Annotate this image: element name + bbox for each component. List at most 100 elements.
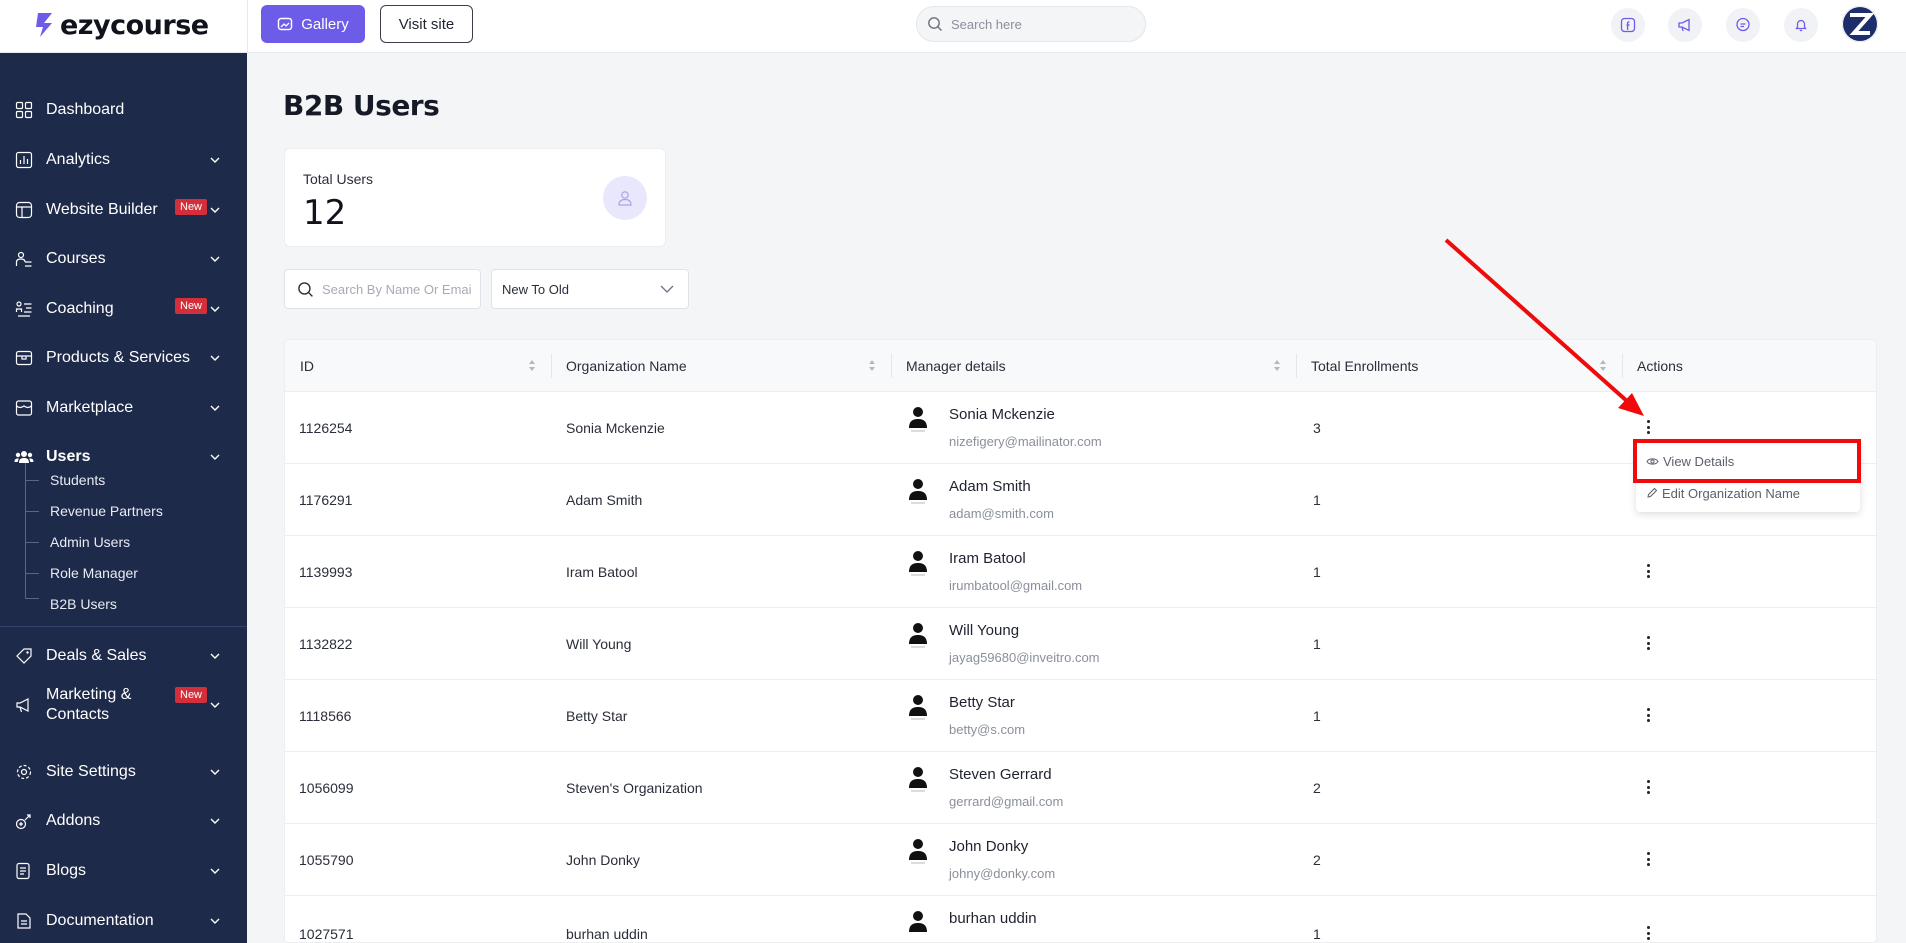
sidebar-subitem-revenue-partners[interactable]: Revenue Partners <box>50 503 163 519</box>
sidebar-item-website-builder[interactable]: Website Builder New <box>0 192 247 228</box>
more-actions-icon[interactable] <box>1645 636 1651 650</box>
cell-id: 1056099 <box>299 780 354 796</box>
sort-icon[interactable] <box>528 359 536 372</box>
more-actions-icon[interactable] <box>1645 420 1651 434</box>
new-badge: New <box>175 199 208 215</box>
topbar-divider <box>247 0 248 53</box>
chevron-down-icon <box>210 818 220 824</box>
chat-icon[interactable] <box>1726 8 1760 42</box>
sidebar-item-dashboard[interactable]: Dashboard <box>0 92 247 128</box>
cell-org-name: Will Young <box>566 636 632 652</box>
cell-org-name: Betty Star <box>566 708 628 724</box>
bell-icon[interactable] <box>1784 8 1818 42</box>
sidebar-subitem-role-manager[interactable]: Role Manager <box>50 565 138 581</box>
manager-email: gerrard@gmail.com <box>949 794 1064 809</box>
sidebar-item-label: Marketplace <box>46 399 134 416</box>
megaphone-icon[interactable] <box>1668 8 1702 42</box>
sidebar-item-blogs[interactable]: Blogs <box>0 853 247 889</box>
sort-icon[interactable] <box>1599 359 1607 372</box>
addons-icon <box>14 811 34 831</box>
settings-icon <box>14 762 34 782</box>
chevron-down-icon <box>660 285 674 293</box>
header-manager-details[interactable]: Manager details <box>906 358 1006 374</box>
person-icon <box>909 407 927 432</box>
header-org-name[interactable]: Organization Name <box>566 358 687 374</box>
cell-org-name: John Donky <box>566 852 640 868</box>
sort-icon[interactable] <box>1273 359 1281 372</box>
cell-enrollments: 1 <box>1313 492 1321 508</box>
search-input[interactable] <box>951 16 1131 32</box>
subnav-line <box>25 463 26 598</box>
sidebar-item-addons[interactable]: Addons <box>0 803 247 839</box>
sidebar-item-marketing-contacts[interactable]: Marketing & Contacts New <box>0 680 247 730</box>
view-details-highlight <box>1633 439 1861 483</box>
sidebar-item-courses[interactable]: Courses <box>0 241 247 277</box>
more-actions-icon[interactable] <box>1645 852 1651 866</box>
sidebar-item-analytics[interactable]: Analytics <box>0 142 247 178</box>
cell-org-name: burhan uddin <box>566 926 648 942</box>
avatar[interactable] <box>1842 6 1878 42</box>
header-separator <box>1622 354 1623 378</box>
facebook-icon[interactable] <box>1611 8 1645 42</box>
new-badge: New <box>175 687 208 703</box>
chevron-down-icon <box>210 918 220 924</box>
cell-id: 1055790 <box>299 852 354 868</box>
chevron-down-icon <box>210 454 220 460</box>
sidebar-item-label: Users <box>46 448 91 465</box>
manager-name: Betty Star <box>949 694 1015 711</box>
sidebar-item-label: Documentation <box>46 912 154 929</box>
sidebar-item-label-line2: Contacts <box>46 706 110 723</box>
cell-id: 1118566 <box>299 708 352 724</box>
logo[interactable]: ezycourse <box>34 8 209 42</box>
chevron-down-icon <box>210 256 220 262</box>
sidebar-item-documentation[interactable]: Documentation <box>0 903 247 939</box>
sidebar-subitem-b2b-users[interactable]: B2B Users <box>50 596 117 612</box>
user-icon <box>603 176 647 220</box>
manager-email: johny@donky.com <box>949 866 1056 881</box>
visit-site-button[interactable]: Visit site <box>380 5 473 43</box>
sidebar-item-products-services[interactable]: Products & Services <box>0 340 247 376</box>
person-icon <box>909 911 927 932</box>
logo-icon <box>36 13 52 37</box>
page-title: B2B Users <box>283 89 440 122</box>
cell-enrollments: 1 <box>1313 564 1321 580</box>
sort-icon[interactable] <box>868 359 876 372</box>
sidebar-subitem-students[interactable]: Students <box>50 472 105 488</box>
stat-label: Total Users <box>303 171 374 187</box>
sidebar-item-label: Addons <box>46 812 101 829</box>
sidebar-item-marketplace[interactable]: Marketplace <box>0 390 247 426</box>
more-actions-icon[interactable] <box>1645 926 1651 940</box>
header-total-enrollments[interactable]: Total Enrollments <box>1311 358 1418 374</box>
sidebar-item-users[interactable]: Users <box>0 439 247 475</box>
sidebar-item-label-group: Marketing & Contacts <box>46 685 131 725</box>
name-email-search[interactable] <box>284 269 481 309</box>
subnav-tick <box>25 598 39 599</box>
subnav-tick <box>25 542 39 543</box>
sidebar-item-label: Site Settings <box>46 763 136 780</box>
sidebar-item-label: Courses <box>46 250 106 267</box>
search-by-name-input[interactable] <box>322 281 472 297</box>
edit-organization-menu-item[interactable]: Edit Organization Name <box>1646 482 1800 504</box>
cell-id: 1139993 <box>299 564 353 580</box>
more-actions-icon[interactable] <box>1645 564 1651 578</box>
sidebar-item-coaching[interactable]: Coaching New <box>0 291 247 327</box>
cell-id: 1027571 <box>299 926 354 942</box>
more-actions-icon[interactable] <box>1645 708 1651 722</box>
cell-id: 1176291 <box>299 492 353 508</box>
more-actions-icon[interactable] <box>1645 780 1651 794</box>
sidebar-subitem-admin-users[interactable]: Admin Users <box>50 534 130 550</box>
sidebar-item-site-settings[interactable]: Site Settings <box>0 754 247 790</box>
products-icon <box>14 348 34 368</box>
sidebar-item-deals-sales[interactable]: Deals & Sales <box>0 638 247 674</box>
cell-enrollments: 1 <box>1313 926 1321 942</box>
header-separator <box>551 354 552 378</box>
top-search[interactable] <box>916 6 1146 42</box>
users-icon <box>14 447 34 467</box>
chevron-down-icon <box>210 653 220 659</box>
sort-select[interactable]: New To Old <box>491 269 689 309</box>
sidebar-item-label: Marketing & <box>46 686 132 703</box>
header-separator <box>1296 354 1297 378</box>
header-id[interactable]: ID <box>300 358 314 374</box>
website-builder-icon <box>14 200 34 220</box>
gallery-button[interactable]: Gallery <box>261 5 365 43</box>
